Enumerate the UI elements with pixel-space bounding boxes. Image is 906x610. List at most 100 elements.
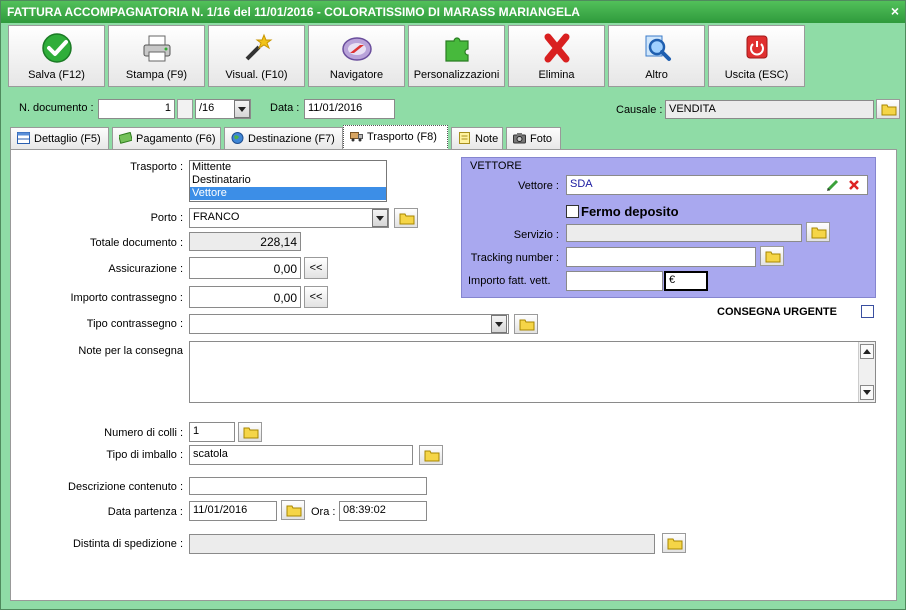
- pencil-icon[interactable]: [826, 179, 840, 192]
- trasporto-listbox[interactable]: Mittente Destinatario Vettore: [189, 160, 387, 202]
- more-button[interactable]: Altro: [608, 25, 705, 87]
- tab-destinazione-label: Destinazione (F7): [248, 133, 335, 145]
- distinta-folder-button[interactable]: [662, 533, 686, 553]
- delete-x-icon: [544, 33, 570, 63]
- scroll-up-icon[interactable]: [860, 344, 874, 359]
- title-bar: FATTURA ACCOMPAGNATORIA N. 1/16 del 11/0…: [1, 1, 905, 23]
- more-label: Altro: [645, 69, 668, 81]
- porto-select[interactable]: FRANCO: [189, 208, 389, 228]
- tracking-field[interactable]: [566, 247, 756, 267]
- servizio-folder-button[interactable]: [806, 222, 830, 242]
- chevron-down-icon[interactable]: [234, 100, 250, 118]
- tab-dettaglio[interactable]: Dettaglio (F5): [10, 127, 109, 149]
- note-consegna-textarea[interactable]: [189, 341, 876, 403]
- totale-label: Totale documento :: [90, 237, 183, 249]
- ora-field[interactable]: 08:39:02: [339, 501, 427, 521]
- doc-number-label: N. documento :: [19, 102, 94, 114]
- navigator-label: Navigatore: [329, 69, 384, 81]
- folder-icon: [399, 213, 415, 225]
- tab-pagamento[interactable]: Pagamento (F6): [112, 127, 221, 149]
- data-partenza-field[interactable]: 11/01/2016: [189, 501, 277, 521]
- exit-label: Uscita (ESC): [724, 69, 789, 81]
- doc-number-spinner[interactable]: [177, 99, 193, 119]
- customize-button[interactable]: Personalizzazioni: [408, 25, 505, 87]
- imballo-folder-button[interactable]: [419, 445, 443, 465]
- causale-folder-button[interactable]: [876, 99, 900, 119]
- print-button[interactable]: Stampa (F9): [108, 25, 205, 87]
- causale-field[interactable]: VENDITA: [665, 100, 874, 119]
- scroll-down-icon[interactable]: [860, 385, 874, 400]
- magic-wand-icon: [245, 33, 273, 61]
- tab-foto[interactable]: Foto: [506, 127, 561, 149]
- tracking-label: Tracking number :: [470, 252, 559, 264]
- list-item-selected[interactable]: Vettore: [190, 187, 386, 200]
- imballo-label: Tipo di imballo :: [106, 449, 183, 461]
- vettore-label: Vettore :: [518, 180, 559, 192]
- navigator-button[interactable]: Navigatore: [308, 25, 405, 87]
- list-item[interactable]: Destinatario: [190, 174, 386, 187]
- colli-label: Numero di colli :: [104, 427, 183, 439]
- ora-label: Ora :: [311, 506, 336, 518]
- folder-icon: [519, 319, 535, 331]
- descrizione-field[interactable]: [189, 477, 427, 495]
- tab-pagamento-label: Pagamento (F6): [136, 133, 216, 145]
- calendar-folder-button[interactable]: [281, 500, 305, 520]
- assicurazione-copy-button[interactable]: <<: [304, 257, 328, 279]
- contrassegno-field[interactable]: 0,00: [189, 286, 301, 308]
- delete-button[interactable]: Elimina: [508, 25, 605, 87]
- imballo-field[interactable]: scatola: [189, 445, 413, 465]
- tab-trasporto[interactable]: Trasporto (F8): [343, 125, 448, 150]
- tracking-folder-button[interactable]: [760, 246, 784, 266]
- porto-label: Porto :: [150, 212, 183, 224]
- preview-label: Visual. (F10): [225, 69, 288, 81]
- tab-destinazione[interactable]: Destinazione (F7): [224, 127, 343, 149]
- currency-field[interactable]: €: [664, 271, 708, 291]
- note-consegna-label: Note per la consegna: [78, 345, 183, 357]
- close-icon[interactable]: ×: [891, 3, 899, 19]
- colli-field[interactable]: 1: [189, 422, 235, 442]
- chevron-down-icon[interactable]: [491, 315, 507, 333]
- clear-x-icon[interactable]: [848, 179, 860, 191]
- vettore-field[interactable]: SDA: [566, 175, 868, 195]
- assicurazione-field[interactable]: 0,00: [189, 257, 301, 279]
- chevron-down-icon[interactable]: [372, 209, 388, 227]
- doc-number-field[interactable]: 1: [98, 99, 175, 119]
- porto-folder-button[interactable]: [394, 208, 418, 228]
- trasporto-label: Trasporto :: [130, 161, 183, 173]
- window-title: FATTURA ACCOMPAGNATORIA N. 1/16 del 11/0…: [7, 5, 580, 19]
- consegna-urgente-checkbox[interactable]: [861, 305, 874, 318]
- contrassegno-copy-button[interactable]: <<: [304, 286, 328, 308]
- folder-icon: [286, 505, 302, 517]
- vettore-group: VETTORE Vettore : SDA Fermo deposito Ser…: [461, 157, 876, 298]
- tipo-contrassegno-select[interactable]: [189, 314, 509, 334]
- colli-folder-button[interactable]: [238, 422, 262, 442]
- assicurazione-label: Assicurazione :: [108, 263, 183, 275]
- tab-trasporto-label: Trasporto (F8): [367, 131, 437, 143]
- camera-icon: [513, 133, 526, 144]
- puzzle-icon: [445, 37, 469, 62]
- date-label: Data :: [270, 102, 300, 114]
- save-button[interactable]: Salva (F12): [8, 25, 105, 87]
- printer-icon: [143, 35, 171, 62]
- check-icon: [42, 33, 72, 63]
- doc-date-field[interactable]: 11/01/2016: [304, 99, 395, 119]
- preview-button[interactable]: Visual. (F10): [208, 25, 305, 87]
- globe-icon: [231, 132, 244, 144]
- power-icon: [746, 35, 768, 59]
- list-item[interactable]: Mittente: [190, 161, 386, 174]
- tab-note-label: Note: [475, 133, 499, 145]
- fermo-deposito-checkbox[interactable]: [566, 205, 579, 218]
- truck-icon: [350, 132, 363, 142]
- note-scrollbar[interactable]: [858, 342, 875, 402]
- tipo-contrassegno-label: Tipo contrassegno :: [86, 318, 183, 330]
- exit-button[interactable]: Uscita (ESC): [708, 25, 805, 87]
- distinta-field[interactable]: [189, 534, 655, 554]
- contrassegno-label: Importo contrassegno :: [70, 292, 183, 304]
- main-window: FATTURA ACCOMPAGNATORIA N. 1/16 del 11/0…: [0, 0, 906, 610]
- tab-foto-label: Foto: [530, 133, 553, 145]
- tab-note[interactable]: Note: [451, 127, 503, 149]
- print-label: Stampa (F9): [125, 69, 188, 81]
- importo-vett-field[interactable]: [566, 271, 663, 291]
- servizio-field[interactable]: [566, 224, 802, 242]
- tipo-contrassegno-folder-button[interactable]: [514, 314, 538, 334]
